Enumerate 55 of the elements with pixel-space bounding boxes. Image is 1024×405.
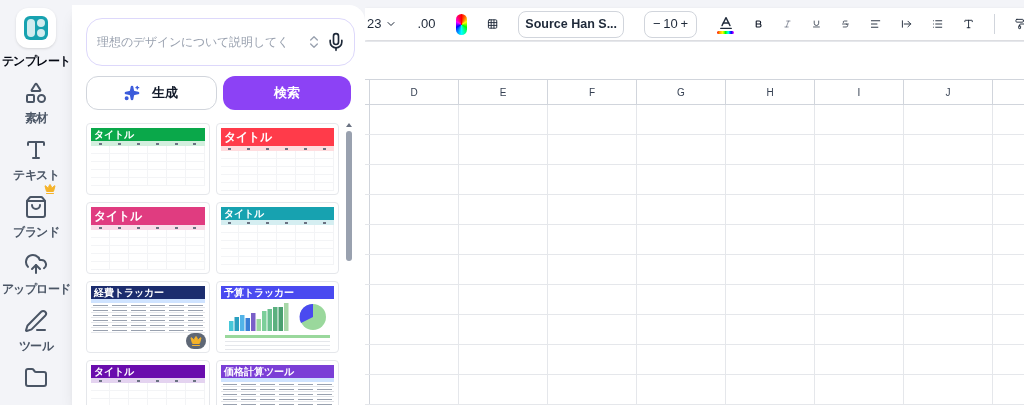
sidebar-label: テキスト (13, 167, 59, 184)
color-wheel-icon[interactable] (455, 13, 468, 35)
template-thumbnail[interactable]: タイトル (215, 123, 339, 195)
template-title: タイトル (91, 365, 205, 378)
sidebar-label: テンプレート (1, 53, 71, 70)
increase-button[interactable]: + (680, 14, 689, 34)
template-title: 経費トラッカー (91, 286, 205, 299)
sidebar-label: 素材 (24, 110, 48, 127)
sidebar-item[interactable]: テンプレート (0, 8, 72, 70)
decrease-button[interactable]: − (653, 14, 661, 34)
sparkle-icon (124, 85, 141, 101)
template-title: タイトル (220, 128, 334, 146)
template-title: タイトル (220, 207, 334, 220)
text-color-icon[interactable] (717, 14, 735, 34)
template-thumbnail[interactable]: タイトル (86, 360, 210, 405)
crown-icon (189, 335, 202, 347)
app-logo-icon (16, 8, 56, 48)
folder-icon (24, 366, 48, 390)
microphone-icon[interactable] (326, 32, 346, 52)
template-title: タイトル (91, 128, 205, 141)
number-format-dropdown[interactable]: 23 (367, 14, 398, 34)
sidebar-label: ブランド (13, 224, 59, 241)
prompt-field[interactable]: 理想のデザインについて説明してく (86, 18, 355, 66)
sidebar-label: アップロード (1, 281, 71, 298)
shapes-icon (24, 81, 48, 105)
template-title: 価格計算ツール (220, 365, 334, 378)
upload-icon (24, 252, 48, 276)
column-header[interactable]: H (726, 80, 815, 104)
template-title: 予算トラッカー (220, 286, 334, 299)
sidebar-item[interactable]: ツール (0, 309, 72, 355)
column-header[interactable]: D (370, 80, 459, 104)
bag-icon (24, 195, 48, 219)
column-header[interactable]: I (815, 80, 904, 104)
generate-button[interactable]: 生成 (86, 76, 217, 110)
pen-icon (24, 309, 48, 333)
template-thumbnail[interactable]: 価格計算ツール (215, 360, 339, 405)
template-title: タイトル (91, 207, 205, 225)
sidebar-label: ツール (18, 338, 54, 355)
font-size-value: 10 (663, 15, 678, 34)
column-header[interactable]: E (459, 80, 548, 104)
sidebar-item[interactable]: ブランド (0, 195, 72, 241)
decimal-button[interactable]: .00 (417, 14, 436, 34)
font-dropdown[interactable]: Source Han S... (518, 10, 625, 38)
template-thumbnail[interactable]: 予算トラッカー (215, 281, 339, 353)
prompt-input[interactable]: 理想のデザインについて説明してく (97, 33, 306, 51)
column-header[interactable]: G (637, 80, 726, 104)
sidebar-item[interactable]: 素材 (0, 81, 72, 127)
column-header[interactable]: J (904, 80, 993, 104)
template-thumbnail[interactable]: 経費トラッカー (86, 281, 210, 353)
column-header[interactable]: F (548, 80, 637, 104)
text-icon (24, 138, 48, 162)
template-thumbnail[interactable]: タイトル (86, 202, 210, 274)
sidebar-item[interactable]: アップロード (0, 252, 72, 298)
sidebar-item[interactable]: テキスト (0, 138, 72, 184)
search-button[interactable]: 検索 (222, 76, 351, 110)
